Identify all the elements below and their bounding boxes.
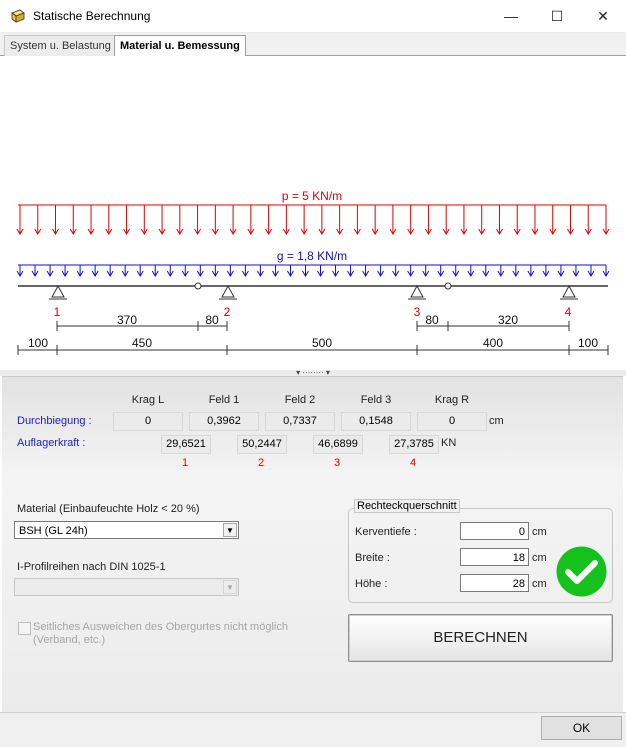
support-label-4: 4 (565, 305, 572, 319)
height-unit: cm (532, 578, 547, 590)
deflection-unit: cm (489, 415, 504, 427)
tab-material-bemessung[interactable]: Material u. Bemessung (114, 35, 246, 58)
notch-depth-input[interactable]: 0 (460, 522, 529, 540)
profile-select[interactable]: ▼ (14, 578, 239, 596)
hinge-2 (444, 282, 452, 290)
col-header-feld-2: Feld 2 (284, 394, 316, 406)
support-label-2: 2 (224, 305, 231, 319)
material-select[interactable]: BSH (GL 24h) ▼ (14, 521, 239, 539)
deflection-feld-3: 0,1548 (341, 412, 411, 431)
width-input[interactable]: 18 (460, 548, 529, 566)
support-force-2: 50,2447 (237, 435, 287, 454)
deflection-feld-2: 0,7337 (265, 412, 335, 431)
deflection-feld-1: 0,3962 (189, 412, 259, 431)
col-header-krag-l: Krag L (131, 394, 165, 406)
support-force-1: 29,6521 (161, 435, 211, 454)
support-label-1: 1 (54, 305, 61, 319)
support-label-3: 3 (414, 305, 421, 319)
splitter-grip-icon[interactable]: ▾ ········ ▾ (282, 368, 344, 377)
support-number-1: 1 (181, 457, 189, 469)
support-force-4: 27,3785 (389, 435, 439, 454)
deflection-krag-r: 0 (417, 412, 487, 431)
deflection-label: Durchbiegung : (17, 415, 92, 427)
ok-button[interactable]: OK (541, 716, 622, 740)
g-load: g = 1,8 KN/m (16, 249, 610, 277)
support-force-unit: KN (441, 437, 457, 449)
calculate-button[interactable]: BERECHNEN (348, 614, 613, 662)
col-header-feld-1: Feld 1 (208, 394, 240, 406)
dim-upper-3: 80 (425, 313, 439, 327)
width-label: Breite : (355, 552, 390, 564)
dim-lower-5: 100 (578, 336, 598, 350)
minimize-button[interactable]: — (488, 0, 534, 32)
notch-depth-unit: cm (532, 526, 547, 538)
deflection-krag-l: 0 (113, 412, 183, 431)
support-number-3: 3 (333, 457, 341, 469)
height-input[interactable]: 28 (460, 574, 529, 592)
beam-diagram: p = 5 KN/m g = 1,8 KN/m 1 2 3 4 370 80 8… (16, 189, 610, 355)
dim-upper-2: 80 (205, 313, 219, 327)
dim-lower-1: 100 (28, 336, 48, 350)
chevron-down-icon[interactable]: ▼ (223, 580, 237, 594)
support-force-label: Auflagerkraft : (17, 437, 86, 449)
profile-label: I-Profilreihen nach DIN 1025-1 (17, 561, 166, 573)
maximize-button[interactable]: ☐ (534, 0, 580, 32)
p-load: p = 5 KN/m (16, 189, 610, 235)
dim-lower-2: 450 (132, 336, 152, 350)
support-1 (49, 284, 67, 300)
dim-upper-1: 370 (117, 313, 137, 327)
material-selected-value: BSH (GL 24h) (19, 525, 88, 537)
support-4 (560, 284, 578, 300)
support-3 (408, 284, 426, 300)
rect-section-title: Rechteckquerschnitt (354, 499, 460, 513)
height-label: Höhe : (355, 578, 388, 590)
close-button[interactable]: ✕ (580, 0, 626, 32)
material-label: Material (Einbaufeuchte Holz < 20 %) (17, 503, 200, 515)
col-header-krag-r: Krag R (434, 394, 470, 406)
support-force-3: 46,6899 (313, 435, 363, 454)
support-2 (219, 284, 237, 300)
support-number-4: 4 (409, 457, 417, 469)
check-ok-icon (556, 546, 607, 597)
tab-system-belastung[interactable]: System u. Belastung (4, 35, 117, 56)
notch-depth-label: Kerventiefe : (355, 526, 417, 538)
support-number-2: 2 (257, 457, 265, 469)
dim-lower-4: 400 (483, 336, 503, 350)
dim-lower-3: 500 (312, 336, 332, 350)
bottom-bar (0, 712, 626, 747)
dim-upper-4: 320 (498, 313, 518, 327)
window-title: Statische Berechnung (33, 9, 151, 23)
p-load-label: p = 5 KN/m (282, 189, 342, 203)
beam-diagram-area: p = 5 KN/m g = 1,8 KN/m 1 2 3 4 370 80 8… (2, 56, 623, 370)
lateral-buckling-checkbox[interactable] (18, 622, 31, 635)
width-unit: cm (532, 552, 547, 564)
hinge-1 (194, 282, 202, 290)
col-header-feld-3: Feld 3 (360, 394, 392, 406)
g-load-label: g = 1,8 KN/m (277, 249, 347, 263)
lateral-buckling-label: Seitliches Ausweichen des Obergurtes nic… (33, 621, 288, 646)
app-icon (11, 9, 25, 23)
chevron-down-icon[interactable]: ▼ (223, 523, 237, 537)
